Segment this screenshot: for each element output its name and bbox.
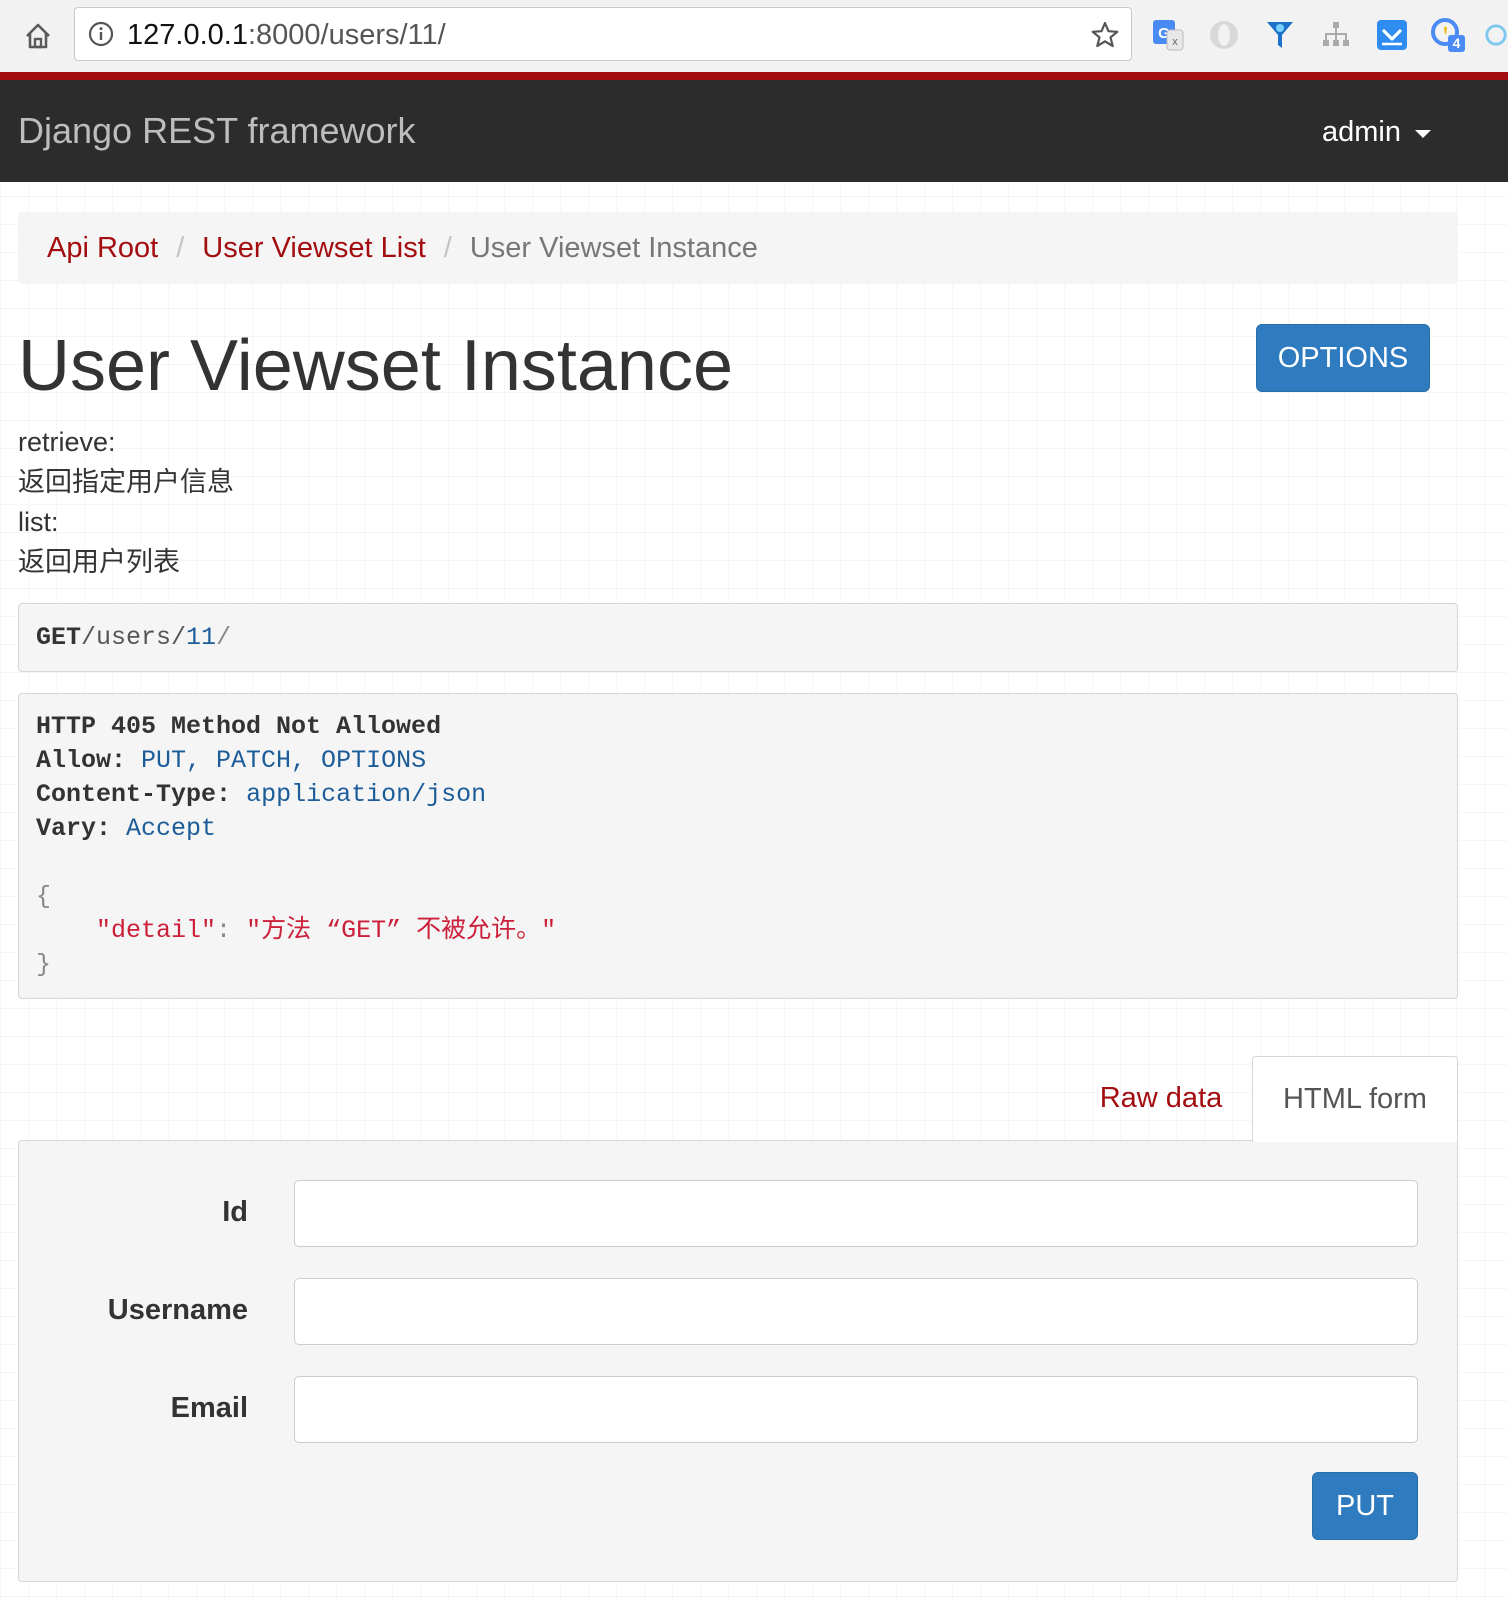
bookmark-star-icon[interactable] — [1089, 19, 1121, 51]
response-info: HTTP 405 Method Not Allowed Allow: PUT, … — [18, 693, 1458, 999]
description-line: 返回用户列表 — [18, 547, 180, 577]
funnel-icon[interactable] — [1262, 17, 1298, 53]
id-label: Id — [222, 1196, 248, 1228]
request-path-id: 11 — [186, 622, 217, 652]
request-info: GET /users/11/ — [18, 603, 1458, 672]
response-header-allow: Allow: PUT, PATCH, OPTIONS — [36, 744, 1440, 778]
request-method: GET — [36, 622, 82, 652]
extension-badge-count: 4 — [1453, 35, 1461, 51]
json-key: "detail" — [96, 916, 217, 945]
description-line: list: — [18, 507, 59, 537]
navbar-accent-strip — [0, 72, 1508, 80]
header-key: Allow: — [36, 746, 127, 775]
tab-html-form[interactable]: HTML form — [1252, 1056, 1458, 1142]
json-colon: : — [216, 916, 232, 945]
email-label: Email — [170, 1392, 248, 1424]
response-header-content-type: Content-Type: application/json — [36, 778, 1440, 812]
opera-icon[interactable] — [1206, 17, 1242, 53]
json-value: "方法 “GET” 不被允许。" — [246, 916, 557, 945]
id-field[interactable] — [294, 1180, 1418, 1247]
options-button[interactable]: OPTIONS — [1256, 324, 1430, 392]
header-value: PUT, PATCH, OPTIONS — [141, 746, 427, 775]
response-spacer — [36, 846, 1440, 880]
user-dropdown[interactable]: admin — [1322, 115, 1431, 149]
page-title: User Viewset Instance — [18, 326, 734, 406]
navbar-brand[interactable]: Django REST framework — [18, 110, 415, 152]
url-host: 127.0.0.1 — [127, 19, 248, 51]
request-path-prefix: /users/ — [81, 622, 187, 652]
pocket-icon[interactable] — [1374, 17, 1410, 53]
json-detail-line: "detail": "方法 “GET” 不被允许。" — [36, 914, 1440, 948]
navbar: Django REST framework admin — [0, 80, 1508, 182]
breadcrumb-separator: / — [443, 232, 452, 264]
description-line: retrieve: — [18, 427, 116, 457]
breadcrumb-separator: / — [176, 232, 185, 264]
sitemap-icon[interactable] — [1318, 17, 1354, 53]
email-field[interactable] — [294, 1376, 1418, 1443]
request-path-suffix: / — [216, 622, 232, 652]
badge-extension-icon[interactable]: 4 — [1430, 17, 1466, 53]
header-key: Vary: — [36, 814, 112, 843]
view-description: retrieve: 返回指定用户信息 list: 返回用户列表 — [18, 422, 234, 582]
breadcrumb-api-root[interactable]: Api Root — [47, 231, 158, 265]
google-translate-icon[interactable]: G x — [1150, 17, 1186, 53]
partial-extension-icon[interactable] — [1484, 17, 1508, 53]
tab-raw-data[interactable]: Raw data — [1080, 1056, 1242, 1141]
address-bar[interactable]: 127.0.0.1:8000/users/11/ — [74, 7, 1132, 61]
url-path: :8000/users/11/ — [247, 19, 446, 51]
breadcrumb: Api Root / User Viewset List / User View… — [18, 212, 1458, 284]
breadcrumb-active: User Viewset Instance — [469, 232, 758, 264]
response-status-line: HTTP 405 Method Not Allowed — [36, 712, 442, 741]
put-button[interactable]: PUT — [1312, 1472, 1418, 1540]
description-line: 返回指定用户信息 — [18, 467, 234, 497]
home-icon[interactable] — [18, 16, 58, 56]
svg-text:x: x — [1172, 36, 1178, 48]
header-value: application/json — [246, 780, 487, 809]
user-name: admin — [1322, 116, 1401, 148]
json-open-brace: { — [36, 882, 52, 911]
username-field[interactable] — [294, 1278, 1418, 1345]
url-text[interactable]: 127.0.0.1:8000/users/11/ — [127, 18, 446, 52]
json-close-brace: } — [36, 950, 52, 979]
caret-down-icon — [1415, 130, 1431, 138]
response-header-vary: Vary: Accept — [36, 812, 1440, 846]
browser-toolbar: 127.0.0.1:8000/users/11/ G x 4 — [0, 0, 1508, 72]
breadcrumb-user-viewset-list[interactable]: User Viewset List — [202, 231, 426, 265]
username-label: Username — [107, 1294, 248, 1326]
header-value: Accept — [126, 814, 217, 843]
info-icon[interactable] — [87, 20, 115, 48]
header-key: Content-Type: — [36, 780, 232, 809]
